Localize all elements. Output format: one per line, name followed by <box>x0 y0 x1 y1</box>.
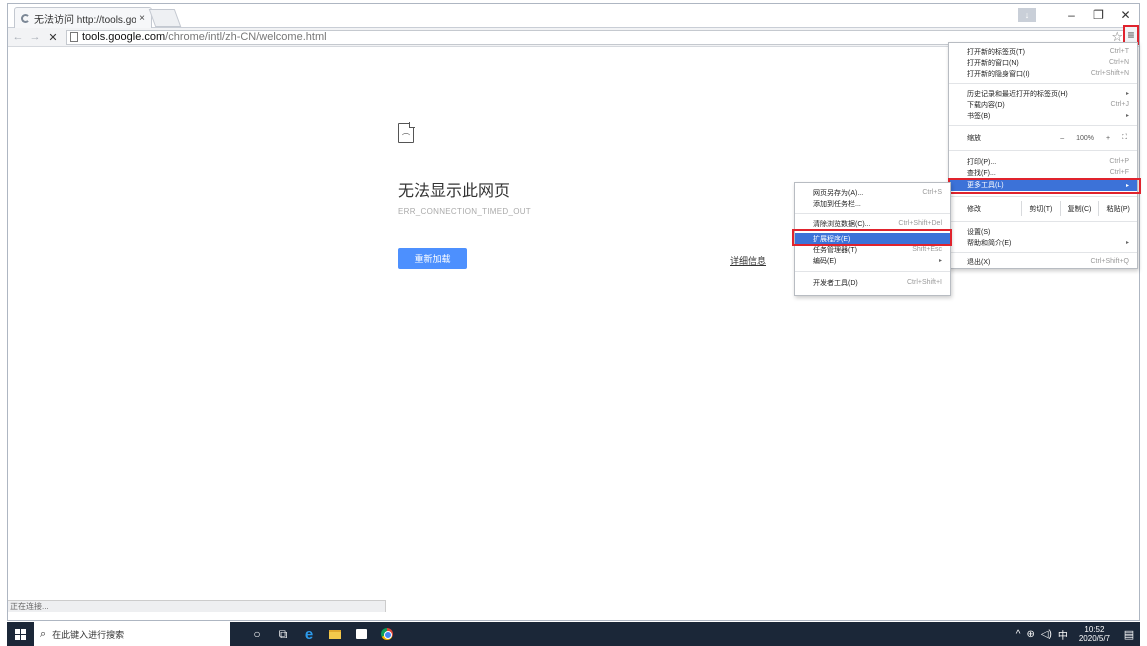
search-icon: ⌕ <box>40 627 47 640</box>
clock-time: 10:52 <box>1084 625 1105 634</box>
stop-button[interactable]: ✕ <box>46 31 60 44</box>
error-code: ERR_CONNECTION_TIMED_OUT <box>398 207 531 216</box>
annotation-highlight-extensions <box>792 229 952 246</box>
search-placeholder: 在此键入进行搜索 <box>52 629 125 640</box>
browser-tab[interactable]: 无法访问 http://tools.go × <box>14 7 152 28</box>
submenu-item-save-page[interactable]: 网页另存为(A)... Ctrl+S <box>795 187 950 198</box>
url-path: /chrome/intl/zh-CN/welcome.html <box>165 31 327 43</box>
download-icon[interactable]: ↓ <box>1018 8 1036 22</box>
cut-button[interactable]: 剪切(T) <box>1021 201 1060 216</box>
submenu-item-encoding[interactable]: 编码(E) ▸ <box>795 255 950 266</box>
menu-item-print[interactable]: 打印(P)... Ctrl+P <box>949 156 1137 167</box>
zoom-controls: – 100% + ⛶ <box>1054 134 1133 142</box>
windows-logo-icon <box>14 628 26 640</box>
task-view-icon[interactable]: ⧉ <box>270 622 296 646</box>
tab-close-icon[interactable]: × <box>139 13 145 24</box>
ime-indicator[interactable]: 中 <box>1055 627 1071 642</box>
edge-icon[interactable]: e <box>296 622 322 646</box>
close-window-button[interactable]: ✕ <box>1112 8 1139 22</box>
menu-item-incognito[interactable]: 打开新的隐身窗口(I) Ctrl+Shift+N <box>949 68 1137 79</box>
menu-separator <box>949 150 1137 151</box>
menu-item-downloads[interactable]: 下载内容(D) Ctrl+J <box>949 99 1137 110</box>
submenu-item-clear-data[interactable]: 清除浏览数据(C)... Ctrl+Shift+Del <box>795 218 950 229</box>
menu-item-find[interactable]: 查找(F)... Ctrl+F <box>949 167 1137 178</box>
tab-strip: 无法访问 http://tools.go × ↓ – ❐ ✕ <box>8 4 1139 28</box>
paste-button[interactable]: 粘贴(P) <box>1098 201 1137 216</box>
menu-separator <box>949 252 1137 253</box>
menu-item-bookmarks[interactable]: 书签(B) ▸ <box>949 110 1137 121</box>
network-icon[interactable]: ⊕ <box>1023 629 1037 640</box>
window-controls: ↓ – ❐ ✕ <box>1018 4 1139 26</box>
back-button[interactable]: ← <box>11 31 25 43</box>
menu-separator <box>949 196 1137 197</box>
forward-button[interactable]: → <box>28 31 42 43</box>
zoom-value: 100% <box>1076 134 1094 142</box>
menu-item-zoom: 缩放 – 100% + ⛶ <box>949 131 1137 145</box>
submenu-item-devtools[interactable]: 开发者工具(D) Ctrl+Shift+I <box>795 277 950 288</box>
url-host: tools.google.com <box>82 31 166 43</box>
chrome-main-menu: 打开新的标签页(T) Ctrl+T 打开新的窗口(N) Ctrl+N 打开新的隐身窗… <box>948 42 1138 269</box>
sad-page-icon: ⌒ <box>398 122 415 143</box>
clock[interactable]: 10:52 2020/5/7 <box>1071 625 1118 643</box>
cortana-icon[interactable]: ○ <box>244 622 270 646</box>
error-title: 无法显示此网页 <box>398 181 511 200</box>
new-tab-button[interactable] <box>148 9 182 27</box>
notification-center-icon[interactable]: ▤ <box>1118 628 1140 641</box>
volume-icon[interactable]: ◁) <box>1038 629 1055 640</box>
store-icon[interactable] <box>348 622 374 646</box>
copy-button[interactable]: 复制(C) <box>1059 201 1099 216</box>
taskbar-search-box[interactable]: ⌕ 在此键入进行搜索 <box>34 622 230 646</box>
menu-item-history[interactable]: 历史记录和最近打开的标签页(H) ▸ <box>949 88 1137 99</box>
submenu-item-add-to-taskbar[interactable]: 添加到任务栏... <box>795 198 950 209</box>
zoom-in-button[interactable]: + <box>1100 135 1116 142</box>
menu-item-edit: 修改 剪切(T) 复制(C) 粘贴(P) <box>949 201 1137 216</box>
restore-button[interactable]: ❐ <box>1085 8 1112 22</box>
tab-title: 无法访问 http://tools.go <box>34 14 137 26</box>
loading-spinner-icon <box>21 13 30 23</box>
menu-item-settings[interactable]: 设置(S) <box>949 226 1137 237</box>
menu-item-exit[interactable]: 退出(X) Ctrl+Shift+Q <box>949 256 1137 267</box>
menu-separator <box>795 271 950 272</box>
chrome-icon[interactable] <box>374 622 400 646</box>
status-bubble: 正在连接... <box>8 600 386 612</box>
menu-item-new-tab[interactable]: 打开新的标签页(T) Ctrl+T <box>949 46 1137 57</box>
tray-chevron-icon[interactable]: ^ <box>1013 629 1024 640</box>
menu-item-help[interactable]: 帮助和简介(E) ▸ <box>949 237 1137 248</box>
start-button[interactable] <box>10 622 30 646</box>
zoom-out-button[interactable]: – <box>1054 135 1070 142</box>
reload-button[interactable]: 重新加载 <box>398 248 467 269</box>
page-icon <box>70 32 78 42</box>
menu-separator <box>949 125 1137 126</box>
annotation-highlight-more-tools <box>948 178 1141 194</box>
file-explorer-icon[interactable] <box>322 622 348 646</box>
menu-separator <box>949 83 1137 84</box>
system-tray: ^ ⊕ ◁) 中 10:52 2020/5/7 ▤ <box>1013 625 1140 643</box>
menu-item-new-window[interactable]: 打开新的窗口(N) Ctrl+N <box>949 57 1137 68</box>
windows-taskbar: ⌕ 在此键入进行搜索 ○ ⧉ e ^ ⊕ ◁) 中 10:52 2020/5/7… <box>7 622 1140 646</box>
menu-separator <box>949 221 1137 222</box>
fullscreen-icon[interactable]: ⛶ <box>1116 134 1133 142</box>
menu-separator <box>795 213 950 214</box>
clock-date: 2020/5/7 <box>1078 634 1110 643</box>
minimize-button[interactable]: – <box>1058 8 1085 22</box>
details-link[interactable]: 详细信息 <box>730 254 766 267</box>
